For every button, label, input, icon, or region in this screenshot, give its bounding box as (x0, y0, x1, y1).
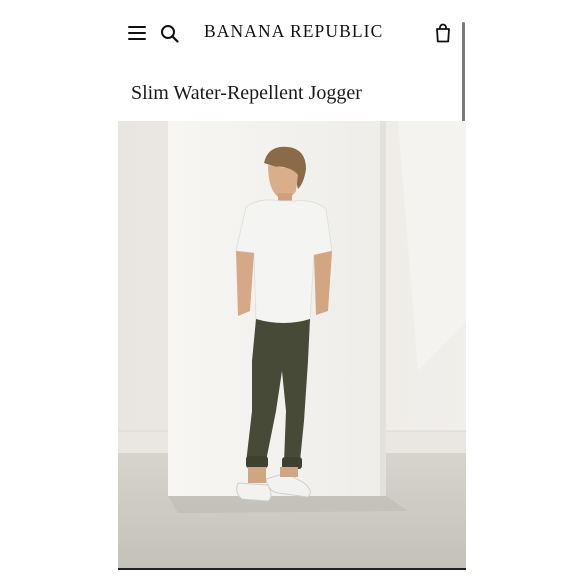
hamburger-menu-icon-bar (128, 38, 146, 41)
bottom-divider (118, 568, 466, 570)
model-photo (118, 121, 466, 569)
menu-button[interactable] (128, 26, 146, 41)
site-header: BANANA REPUBLIC (118, 18, 466, 50)
product-image[interactable] (118, 121, 466, 569)
hamburger-menu-icon-bar (128, 32, 146, 35)
mobile-viewport: BANANA REPUBLIC Slim Water-Repellent Jog… (118, 0, 466, 580)
search-icon (161, 25, 179, 43)
shopping-bag-icon (436, 23, 450, 43)
shopping-bag-button[interactable] (434, 23, 452, 43)
hamburger-menu-icon (128, 26, 146, 29)
page: BANANA REPUBLIC Slim Water-Repellent Jog… (0, 0, 580, 580)
search-button[interactable] (160, 24, 180, 44)
brand-logo[interactable]: BANANA REPUBLIC (204, 21, 383, 42)
product-title: Slim Water-Repellent Jogger (131, 82, 362, 104)
